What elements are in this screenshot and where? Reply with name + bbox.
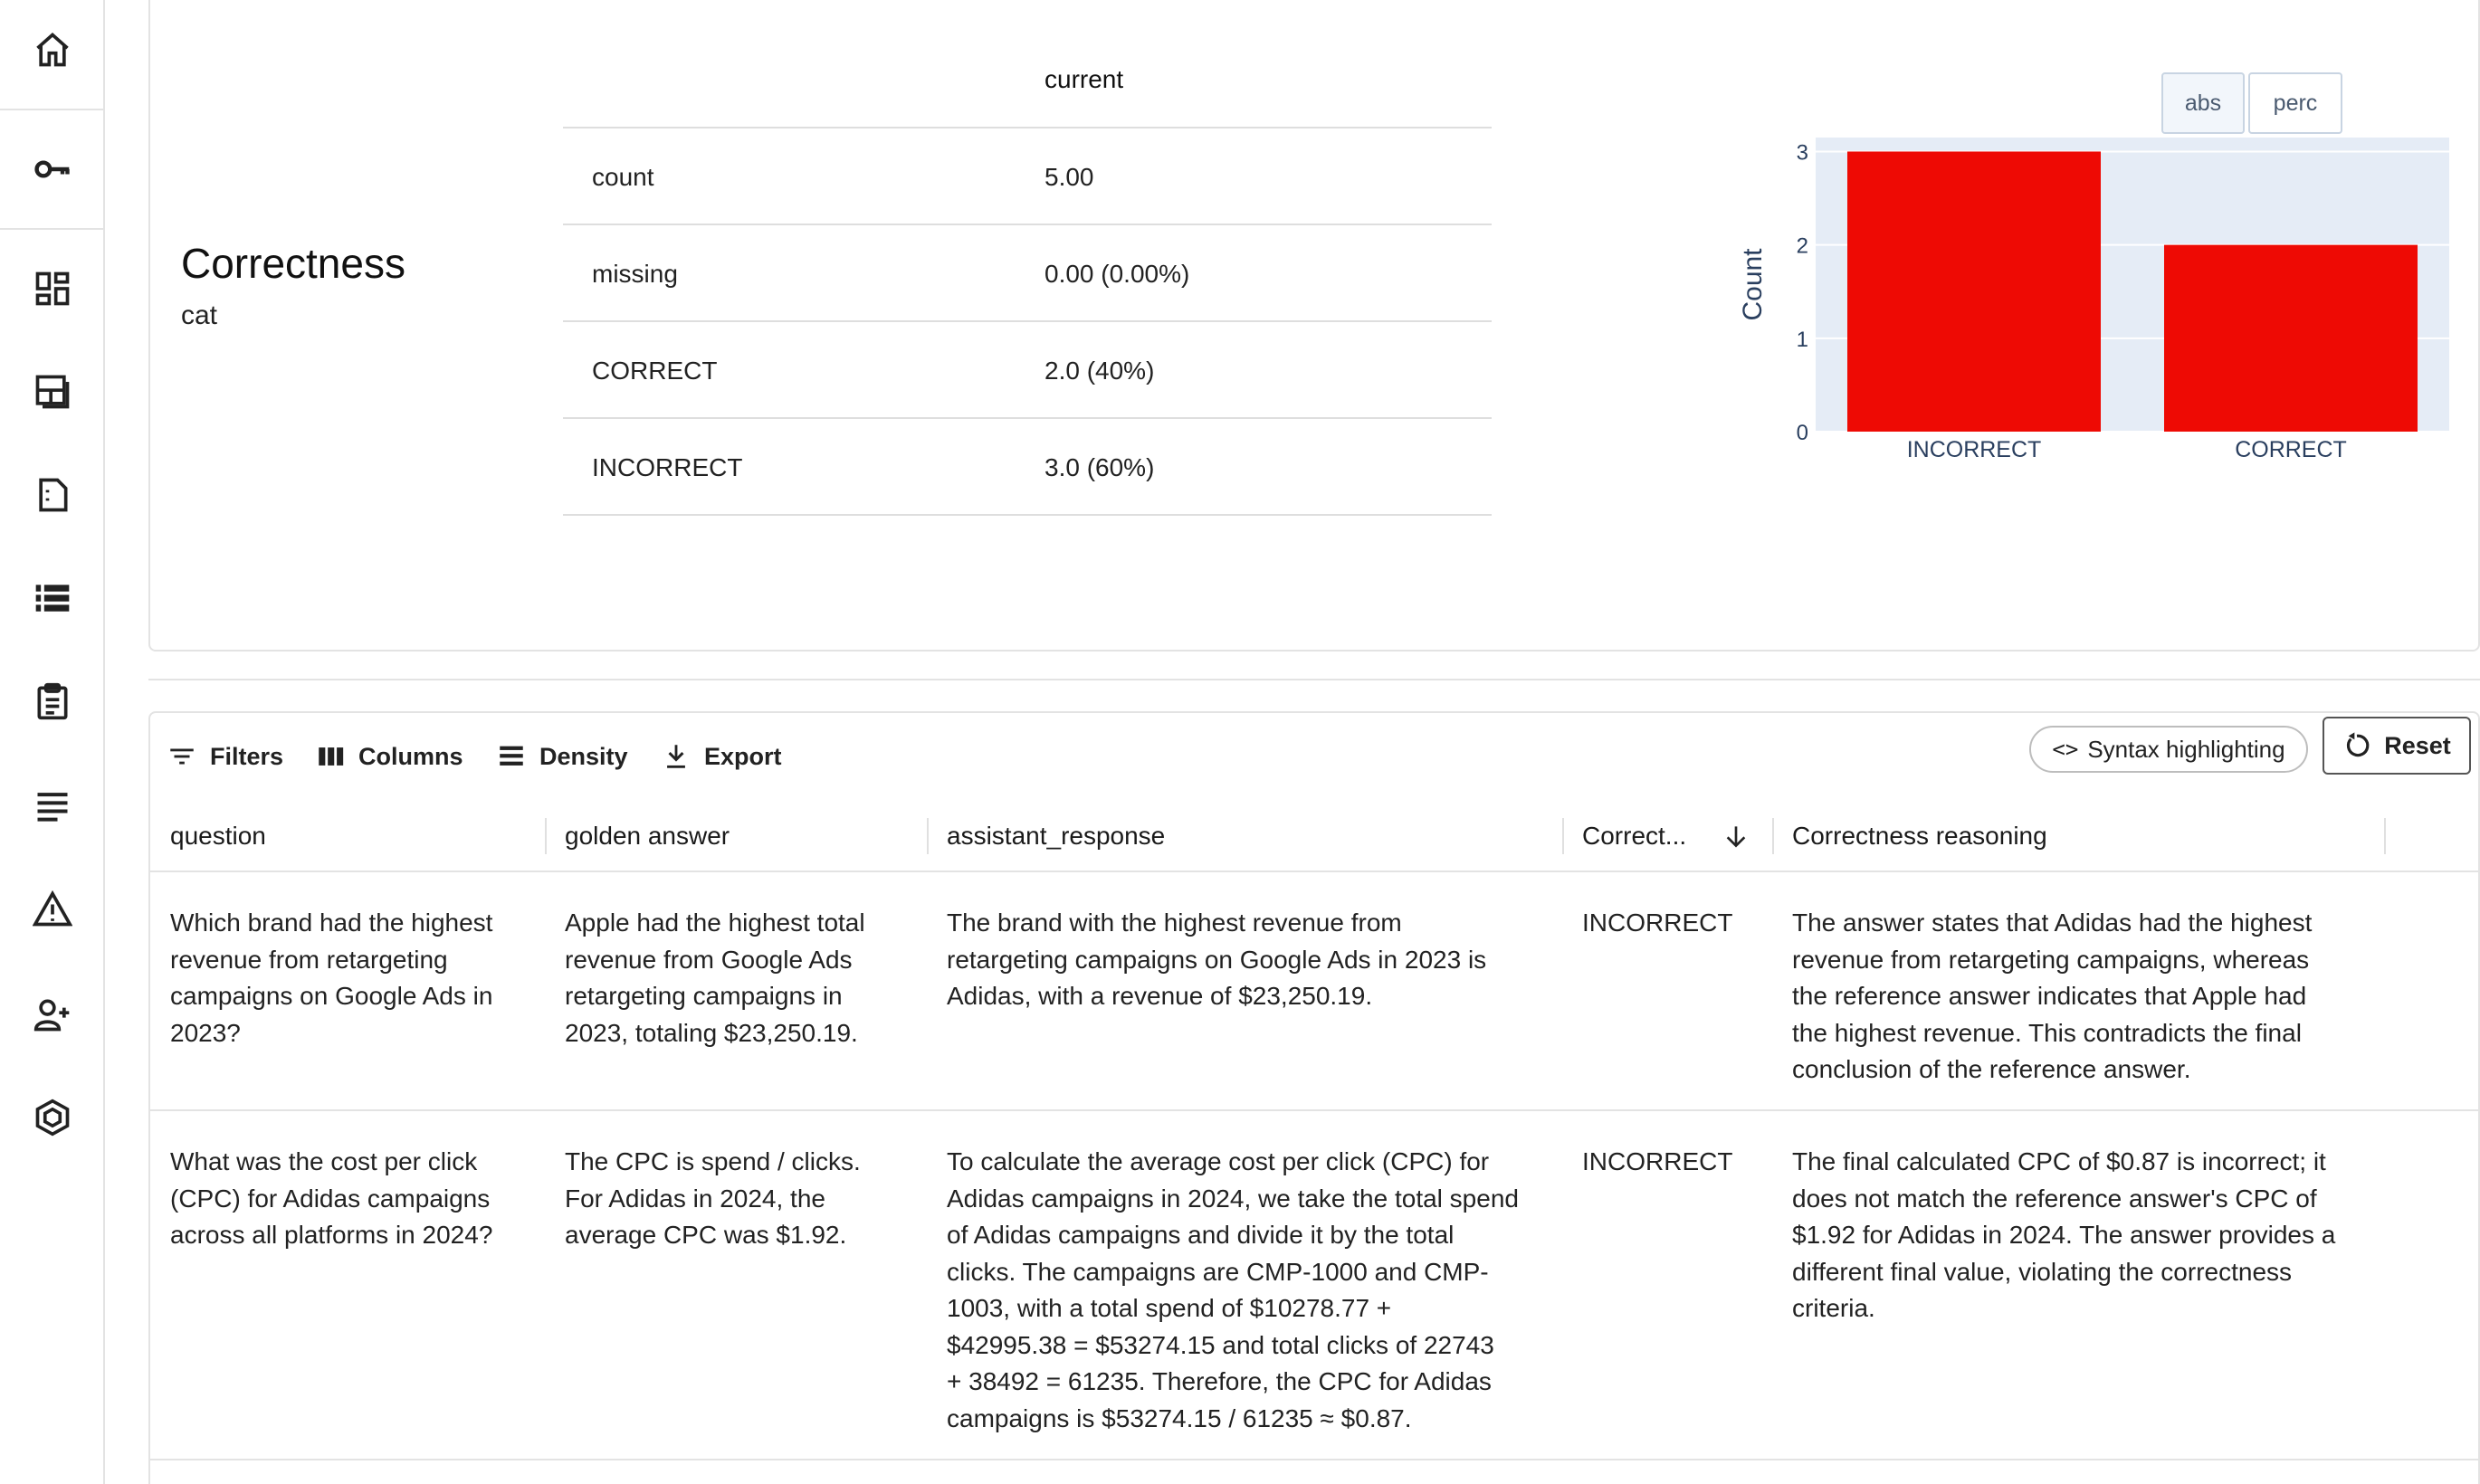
clipboard-icon (37, 682, 68, 720)
y-tick-label: 1 (1797, 328, 1808, 352)
stats-value: 2.0 (40%) (1044, 357, 1155, 385)
stats-label: CORRECT (592, 357, 718, 385)
x-tick-label: INCORRECT (1907, 437, 2042, 462)
sidebar-item-list[interactable] (0, 566, 105, 630)
code-icon: <> (2052, 737, 2079, 762)
section-divider (148, 679, 2480, 680)
document-icon (39, 478, 68, 512)
stats-value: 0.00 (0.00%) (1044, 260, 1190, 288)
data-grid: Filters Columns Density Export <> Syntax… (148, 711, 2480, 1484)
columns-label: Columns (358, 742, 463, 770)
sidebar-item-layouts[interactable] (0, 360, 105, 423)
column-separator[interactable] (545, 818, 547, 854)
home-icon (36, 33, 69, 67)
column-header-golden-answer[interactable]: golden answer (565, 800, 730, 872)
lines-icon (37, 793, 68, 822)
grid-header: question golden answer assistant_respons… (150, 800, 2478, 872)
table-row[interactable]: Which brand had the highest revenue from … (150, 874, 2478, 1111)
add-user-icon (33, 999, 70, 1032)
download-icon (667, 745, 685, 768)
bar (1847, 151, 2101, 432)
reset-label: Reset (2384, 731, 2451, 759)
column-separator[interactable] (2384, 818, 2386, 854)
reset-button[interactable]: Reset (2323, 717, 2471, 775)
bar-chart: 0 1 2 3 INCORRECT CORRECT Count (1738, 138, 2449, 462)
sidebar-item-users[interactable] (0, 983, 105, 1046)
stats-label: INCORRECT (592, 453, 743, 481)
sidebar (0, 0, 105, 1484)
columns-icon (319, 747, 344, 766)
metric-type: cat (181, 300, 218, 330)
sidebar-item-dashboard[interactable] (0, 257, 105, 320)
column-separator[interactable] (927, 818, 929, 854)
density-label: Density (539, 742, 628, 770)
cell-correctness-reasoning: The final calculated CPC of $0.87 is inc… (1792, 1147, 2336, 1322)
cell-golden-answer: Apple had the highest total revenue from … (565, 908, 865, 1047)
density-icon (500, 746, 523, 766)
sidebar-item-alerts[interactable] (0, 878, 105, 941)
y-axis-label: Count (1738, 248, 1768, 321)
column-header-question[interactable]: question (170, 800, 266, 872)
cell-correctness: INCORRECT (1582, 908, 1733, 937)
y-tick-label: 0 (1797, 421, 1808, 445)
cell-golden-answer: The CPC is spend / clicks. For Adidas in … (565, 1147, 861, 1249)
sidebar-item-integrations[interactable] (0, 1086, 105, 1149)
layout-icon (35, 375, 70, 409)
stats-header: current (563, 38, 1492, 128)
x-tick-label: CORRECT (2235, 437, 2347, 462)
stats-value: 3.0 (60%) (1044, 453, 1155, 481)
filter-icon (170, 748, 194, 765)
stats-row-correct: CORRECT 2.0 (40%) (563, 322, 1492, 419)
sidebar-item-logs[interactable] (0, 775, 105, 838)
cell-question: Which brand had the highest revenue from … (170, 908, 493, 1047)
density-button[interactable]: Density (496, 731, 628, 782)
column-header-assistant-response[interactable]: assistant_response (947, 800, 1165, 872)
stats-label: count (592, 163, 654, 191)
export-label: Export (704, 742, 782, 770)
hexagon-icon (35, 1099, 70, 1137)
sidebar-item-documents[interactable] (0, 463, 105, 527)
metric-title: Correctness (181, 240, 405, 287)
sidebar-item-reports[interactable] (0, 670, 105, 733)
metric-summary-card: Correctness cat current count 5.00 missi… (148, 0, 2480, 652)
sidebar-item-home[interactable] (0, 18, 105, 81)
columns-button[interactable]: Columns (315, 731, 463, 782)
y-tick-label: 2 (1797, 234, 1808, 259)
stats-label: missing (592, 260, 678, 288)
stats-row-missing: missing 0.00 (0.00%) (563, 225, 1492, 322)
reset-icon (2347, 732, 2370, 757)
syntax-highlighting-toggle[interactable]: <> Syntax highlighting (2029, 726, 2308, 773)
cell-assistant-response: The brand with the highest revenue from r… (947, 908, 1487, 1010)
bar (2164, 244, 2418, 432)
stats-column-current: current (1044, 65, 1124, 93)
warning-icon (33, 889, 72, 927)
dashboard-icon (35, 271, 70, 306)
cell-assistant-response: To calculate the average cost per click … (947, 1147, 1519, 1432)
cell-question: What was the cost per click (CPC) for Adi… (170, 1147, 493, 1249)
column-header-correctness-reasoning[interactable]: Correctness reasoning (1792, 800, 2047, 872)
table-row[interactable]: What was the cost per click (CPC) for Adi… (150, 1113, 2478, 1460)
key-icon (34, 160, 70, 178)
syntax-label: Syntax highlighting (2087, 735, 2285, 763)
list-icon (35, 585, 70, 612)
export-button[interactable]: Export (661, 731, 782, 782)
sort-arrow-down-icon[interactable] (1722, 822, 1750, 851)
stats-value: 5.00 (1044, 163, 1094, 191)
stats-table: current count 5.00 missing 0.00 (0.00%) … (563, 38, 1492, 516)
column-header-correctness[interactable]: Correct... (1582, 800, 1686, 872)
y-tick-label: 3 (1797, 140, 1808, 165)
cell-correctness: INCORRECT (1582, 1147, 1733, 1175)
stats-row-incorrect: INCORRECT 3.0 (60%) (563, 419, 1492, 516)
filters-button[interactable]: Filters (167, 731, 283, 782)
cell-correctness-reasoning: The answer states that Adidas had the hi… (1792, 908, 2313, 1083)
column-separator[interactable] (1772, 818, 1774, 854)
stats-row-count: count 5.00 (563, 128, 1492, 225)
filters-label: Filters (210, 742, 284, 770)
sidebar-item-keys[interactable] (0, 138, 105, 201)
column-separator[interactable] (1562, 818, 1564, 854)
